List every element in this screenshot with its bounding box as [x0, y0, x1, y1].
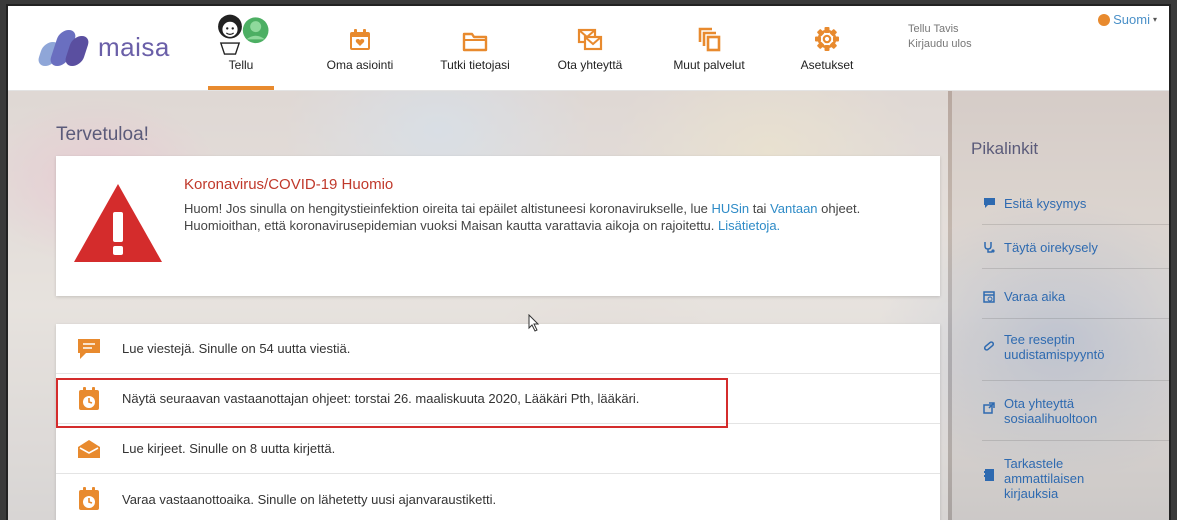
- folder-icon: [462, 32, 488, 52]
- caret-down-icon: ▾: [1152, 15, 1157, 24]
- quicklink-esita-kysymys[interactable]: Esitä kysymys: [982, 196, 1086, 211]
- quicklink-label: Ota yhteyttä sosiaalihuoltoon: [1004, 396, 1098, 426]
- nav-asetukset[interactable]: Asetukset: [790, 6, 864, 90]
- notification-text: Varaa vastaanottoaika. Sinulle on lähete…: [122, 491, 497, 507]
- covid-text-part: tai: [749, 201, 771, 216]
- divider: [982, 440, 1169, 441]
- gear-icon: [815, 27, 839, 51]
- notification-text: Lue kirjeet. Sinulle on 8 uutta kirjettä…: [122, 441, 336, 456]
- envelope-icon: [577, 28, 603, 51]
- nav-muut-palvelut[interactable]: Muut palvelut: [664, 6, 754, 90]
- vantaa-link[interactable]: Vantaan: [770, 201, 817, 216]
- mouse-cursor-icon: [528, 314, 540, 332]
- quicklink-sosiaalihuolto[interactable]: Ota yhteyttä sosiaalihuoltoon: [982, 396, 1124, 426]
- notification-row[interactable]: Lue viestejä. Sinulle on 54 uutta viesti…: [56, 324, 940, 374]
- quicklink-label: Täytä oirekysely: [1004, 240, 1098, 255]
- app-window: maisa Tellu Oma asiointi Tutki tietojasi…: [6, 4, 1171, 520]
- quicklink-kirjaukset[interactable]: Tarkastele ammattilaisen kirjauksia: [982, 456, 1099, 501]
- nav-label: Asetukset: [800, 58, 854, 72]
- quicklinks-title: Pikalinkit: [971, 139, 1039, 158]
- notification-text: Lue viestejä. Sinulle on 54 uutta viesti…: [122, 341, 351, 356]
- nav-label: Ota yhteyttä: [557, 58, 623, 72]
- calendar-clock-icon: [79, 487, 99, 510]
- covid-title: Koronavirus/COVID-19 Huomio: [184, 176, 394, 193]
- divider: [982, 380, 1169, 381]
- quicklink-label: Esitä kysymys: [1004, 196, 1087, 211]
- nav-label: Tellu: [228, 58, 254, 72]
- covid-notice-card: Koronavirus/COVID-19 Huomio Huom! Jos si…: [56, 156, 940, 296]
- journal-icon: [984, 469, 994, 481]
- quicklink-reseptin-uudistaminen[interactable]: Tee reseptin uudistamispyyntö: [982, 332, 1124, 362]
- divider: [982, 268, 1169, 269]
- warning-icon: [74, 184, 162, 262]
- chat-icon: [983, 198, 995, 208]
- globe-icon: [1098, 13, 1111, 26]
- hus-link[interactable]: HUSin: [712, 201, 750, 216]
- nav-label: Tutki tietojasi: [440, 58, 510, 72]
- nav-tellu[interactable]: Tellu: [208, 6, 274, 90]
- language-selector[interactable]: Suomi ▾: [1098, 12, 1157, 27]
- copy-icon: [698, 27, 721, 52]
- mail-icon: [78, 439, 100, 458]
- highlight-box: [56, 378, 728, 428]
- divider: [982, 224, 1169, 225]
- nav-label: Muut palvelut: [673, 58, 745, 72]
- nav-ota-yhteytta[interactable]: Ota yhteyttä: [548, 6, 632, 90]
- quicklink-varaa-aika[interactable]: Varaa aika: [982, 289, 1065, 304]
- calendar-heart-icon: [350, 29, 370, 50]
- stethoscope-icon: [984, 242, 995, 253]
- logo-text: maisa: [98, 31, 170, 62]
- logout-link[interactable]: Kirjaudu ulos: [908, 37, 972, 52]
- quicklink-label: Varaa aika: [1004, 289, 1066, 304]
- nav-oma-asiointi[interactable]: Oma asiointi: [320, 6, 400, 90]
- external-link-icon: [983, 402, 995, 414]
- nav-tutki-tietojasi[interactable]: Tutki tietojasi: [430, 6, 520, 90]
- notification-row[interactable]: Lue kirjeet. Sinulle on 8 uutta kirjettä…: [56, 424, 940, 474]
- welcome-heading: Tervetuloa!: [56, 124, 149, 145]
- quicklink-taytta-oirekysely[interactable]: Täytä oirekysely: [982, 240, 1098, 255]
- top-header: maisa Tellu Oma asiointi Tutki tietojasi…: [8, 6, 1169, 91]
- calendar-icon: [983, 291, 995, 303]
- quicklink-label: Tee reseptin uudistamispyyntö: [1004, 332, 1105, 362]
- language-label: Suomi: [1113, 12, 1150, 27]
- divider: [982, 318, 1169, 319]
- more-info-link[interactable]: Lisätietoja.: [718, 218, 780, 233]
- nav-label: Oma asiointi: [326, 58, 394, 72]
- maisa-logo-mark: [36, 28, 91, 66]
- maisa-logo[interactable]: maisa: [36, 28, 170, 66]
- user-block: Tellu Tavis Kirjaudu ulos: [908, 22, 972, 52]
- quicklink-label: Tarkastele ammattilaisen kirjauksia: [1004, 456, 1085, 501]
- chat-icon: [78, 338, 100, 359]
- covid-text: Huom! Jos sinulla on hengitystieinfektio…: [184, 200, 924, 234]
- notification-row[interactable]: Varaa vastaanottoaika. Sinulle on lähete…: [56, 474, 940, 520]
- child-avatar-icon: [218, 14, 269, 55]
- user-name: Tellu Tavis: [908, 23, 959, 35]
- pill-icon: [983, 341, 995, 351]
- covid-text-part: Huom! Jos sinulla on hengitystieinfektio…: [184, 201, 712, 216]
